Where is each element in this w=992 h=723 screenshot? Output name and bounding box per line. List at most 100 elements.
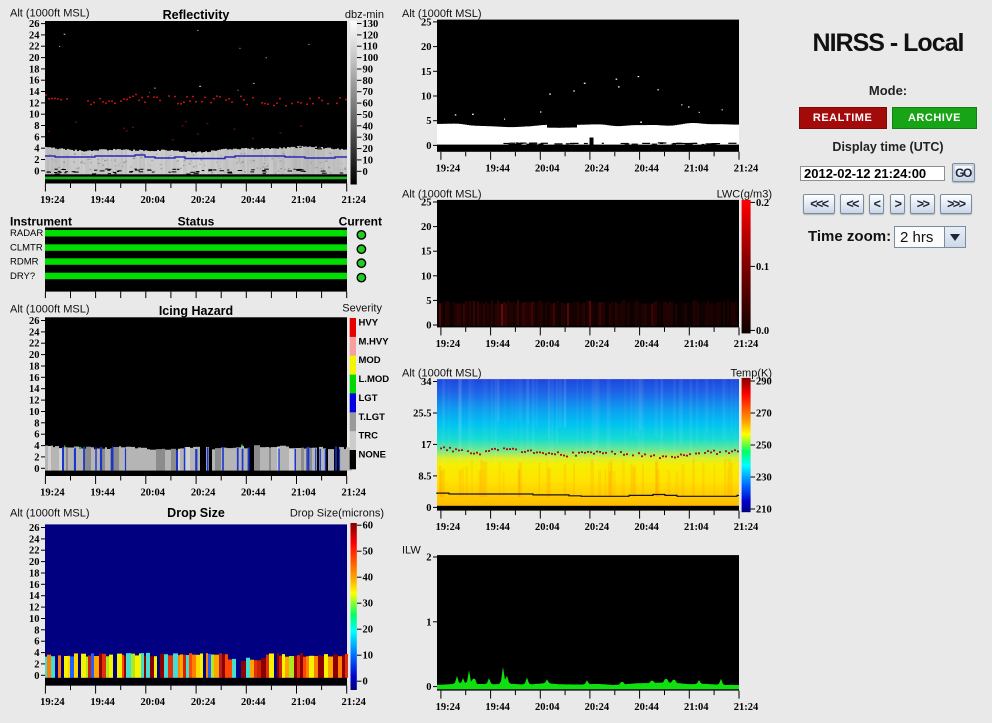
- svg-text:15: 15: [421, 67, 432, 78]
- svg-text:16: 16: [29, 76, 40, 87]
- svg-text:20:24: 20:24: [191, 195, 216, 206]
- svg-text:18: 18: [29, 64, 40, 75]
- svg-text:0: 0: [426, 682, 431, 693]
- svg-text:TRC: TRC: [359, 431, 379, 442]
- svg-text:LGT: LGT: [359, 393, 378, 404]
- svg-text:DRY?: DRY?: [10, 271, 35, 282]
- svg-text:25.5: 25.5: [413, 409, 431, 420]
- svg-text:20:24: 20:24: [585, 702, 610, 713]
- svg-text:60: 60: [363, 99, 374, 110]
- svg-text:30: 30: [363, 599, 374, 610]
- svg-text:18: 18: [29, 569, 40, 580]
- svg-text:19:44: 19:44: [485, 522, 510, 533]
- svg-text:0.2: 0.2: [756, 198, 769, 209]
- svg-text:20:44: 20:44: [634, 522, 659, 533]
- svg-text:0: 0: [363, 167, 368, 178]
- svg-text:MOD: MOD: [359, 355, 381, 366]
- svg-text:14: 14: [29, 591, 40, 602]
- svg-text:19:44: 19:44: [90, 488, 115, 499]
- svg-text:8.5: 8.5: [418, 471, 431, 482]
- svg-text:5: 5: [426, 296, 431, 307]
- svg-text:21:24: 21:24: [734, 702, 759, 713]
- svg-text:22: 22: [29, 339, 40, 350]
- svg-text:21:24: 21:24: [734, 339, 759, 350]
- svg-text:0: 0: [34, 166, 39, 177]
- svg-text:20: 20: [29, 557, 40, 568]
- svg-text:19:24: 19:24: [40, 697, 65, 708]
- svg-text:20:44: 20:44: [241, 195, 266, 206]
- svg-text:12: 12: [29, 603, 40, 614]
- svg-text:Status: Status: [178, 215, 215, 229]
- svg-text:19:24: 19:24: [40, 195, 65, 206]
- svg-text:ILW: ILW: [402, 545, 421, 557]
- svg-text:10: 10: [29, 110, 40, 121]
- svg-text:0: 0: [426, 321, 431, 332]
- svg-text:26: 26: [29, 19, 40, 30]
- svg-text:80: 80: [363, 76, 374, 87]
- svg-text:20:04: 20:04: [141, 697, 166, 708]
- svg-text:6: 6: [34, 637, 39, 648]
- svg-text:19:44: 19:44: [485, 163, 510, 174]
- svg-text:24: 24: [29, 327, 40, 338]
- svg-text:20: 20: [363, 144, 374, 155]
- svg-text:24: 24: [29, 30, 40, 41]
- svg-text:120: 120: [363, 30, 379, 41]
- svg-text:CLMTR: CLMTR: [10, 243, 43, 254]
- svg-text:70: 70: [363, 87, 374, 98]
- svg-text:Alt (1000ft MSL): Alt (1000ft MSL): [402, 368, 481, 380]
- svg-text:20:24: 20:24: [191, 488, 216, 499]
- svg-text:16: 16: [29, 373, 40, 384]
- svg-text:210: 210: [756, 505, 772, 516]
- svg-text:15: 15: [421, 247, 432, 258]
- svg-text:20:24: 20:24: [191, 697, 216, 708]
- svg-text:20:04: 20:04: [535, 702, 560, 713]
- svg-text:60: 60: [363, 521, 374, 532]
- svg-text:12: 12: [29, 396, 40, 407]
- svg-text:M.HVY: M.HVY: [359, 336, 390, 347]
- svg-text:21:24: 21:24: [341, 488, 366, 499]
- svg-text:21:04: 21:04: [684, 522, 709, 533]
- svg-text:40: 40: [363, 573, 374, 584]
- svg-text:130: 130: [363, 19, 379, 30]
- svg-text:20:24: 20:24: [585, 163, 610, 174]
- svg-text:230: 230: [756, 473, 772, 484]
- svg-text:21:04: 21:04: [291, 488, 316, 499]
- svg-text:Icing Hazard: Icing Hazard: [159, 304, 233, 318]
- svg-text:21:04: 21:04: [684, 702, 709, 713]
- svg-text:21:04: 21:04: [291, 697, 316, 708]
- svg-text:6: 6: [34, 430, 39, 441]
- svg-text:20:04: 20:04: [141, 488, 166, 499]
- svg-text:20: 20: [421, 42, 432, 53]
- svg-text:19:24: 19:24: [436, 163, 461, 174]
- svg-text:270: 270: [756, 409, 772, 420]
- svg-text:8: 8: [34, 418, 39, 429]
- svg-text:5: 5: [426, 116, 431, 127]
- svg-text:4: 4: [34, 648, 40, 659]
- svg-text:26: 26: [29, 316, 40, 327]
- svg-text:24: 24: [29, 534, 40, 545]
- svg-text:4: 4: [34, 441, 40, 452]
- svg-text:21:24: 21:24: [341, 697, 366, 708]
- svg-text:20:04: 20:04: [535, 522, 560, 533]
- svg-text:0: 0: [426, 141, 431, 152]
- svg-text:10: 10: [29, 614, 40, 625]
- svg-text:20: 20: [29, 53, 40, 64]
- svg-text:0.0: 0.0: [756, 326, 769, 337]
- svg-text:RADAR: RADAR: [10, 228, 43, 239]
- svg-text:2: 2: [426, 553, 431, 564]
- svg-text:NONE: NONE: [359, 450, 386, 461]
- svg-text:20:44: 20:44: [634, 702, 659, 713]
- svg-text:20:44: 20:44: [634, 163, 659, 174]
- svg-text:HVY: HVY: [359, 318, 379, 329]
- svg-text:Alt (1000ft MSL): Alt (1000ft MSL): [402, 188, 481, 200]
- svg-text:20:24: 20:24: [585, 339, 610, 350]
- svg-text:0: 0: [34, 464, 39, 475]
- svg-text:40: 40: [363, 121, 374, 132]
- svg-text:10: 10: [421, 92, 432, 103]
- svg-text:30: 30: [363, 133, 374, 144]
- svg-text:110: 110: [363, 42, 378, 53]
- svg-text:4: 4: [34, 144, 40, 155]
- svg-text:20:44: 20:44: [634, 339, 659, 350]
- svg-text:16: 16: [29, 580, 40, 591]
- svg-text:19:24: 19:24: [436, 702, 461, 713]
